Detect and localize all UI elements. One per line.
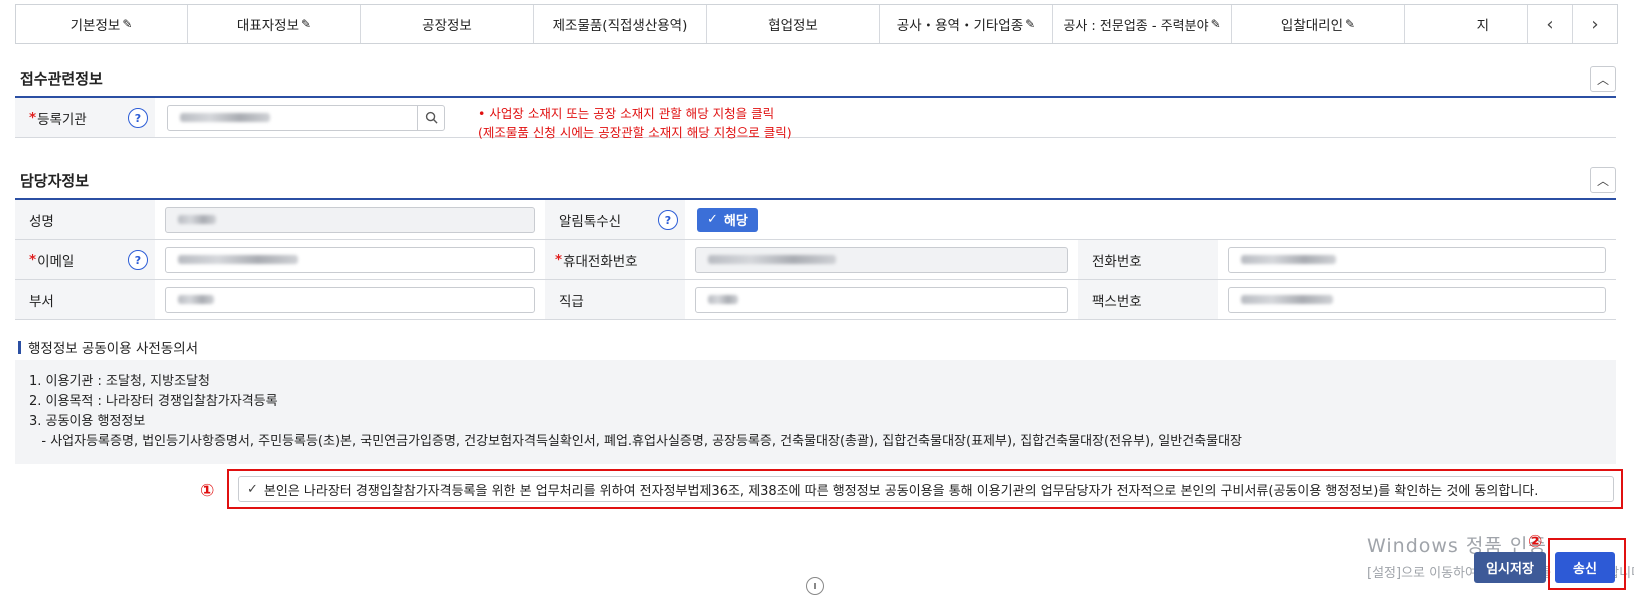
blurred-value xyxy=(178,295,214,304)
consent-text: 본인은 나라장터 경쟁입찰참가자격등록을 위한 본 업무처리를 위하여 전자정부… xyxy=(263,483,1539,499)
name-input[interactable] xyxy=(165,206,535,233)
blurred-value xyxy=(180,113,270,122)
chevron-right-icon: › xyxy=(1591,13,1599,35)
tab-collaboration-info[interactable]: 협업정보 xyxy=(707,5,880,43)
manager-section-title: 담당자정보 xyxy=(20,172,90,190)
tab-list: 기본정보 ✎ 대표자정보 ✎ 공장정보 제조물품(직접생산용역) 협업정보 공사・용… xyxy=(16,5,1527,43)
tab-bar: 기본정보 ✎ 대표자정보 ✎ 공장정보 제조물품(직접생산용역) 협업정보 공사・용… xyxy=(15,4,1618,44)
email-cell xyxy=(155,240,545,279)
fax-cell xyxy=(1218,280,1616,319)
tab-partial[interactable]: 지 xyxy=(1405,5,1491,43)
dept-label: 부서 xyxy=(15,280,155,319)
check-icon: ✓ xyxy=(707,212,718,227)
registration-org-search xyxy=(167,104,445,131)
manager-row-name: 성명 알림톡수신 ? ✓ 해당 xyxy=(15,200,1616,240)
annotation-marker-2: ② xyxy=(1528,532,1543,552)
alert-label: 알림톡수신 ? xyxy=(545,200,685,239)
tab-next-button[interactable]: › xyxy=(1572,5,1617,43)
position-cell xyxy=(685,280,1078,319)
fax-label: 팩스번호 xyxy=(1078,280,1218,319)
chevron-left-icon: ‹ xyxy=(1546,13,1554,35)
manager-collapse-button[interactable]: ︿ xyxy=(1590,167,1616,193)
phone-label: 전화번호 xyxy=(1078,240,1218,279)
position-input[interactable] xyxy=(695,286,1068,313)
scroll-indicator-icon xyxy=(806,577,824,595)
email-input[interactable] xyxy=(165,246,535,273)
admin-info-line: 1. 이용기관 : 조달청, 지방조달청 xyxy=(29,374,210,389)
check-icon: ✓ xyxy=(247,481,258,497)
required-mark: * xyxy=(29,251,37,268)
alert-cell: ✓ 해당 xyxy=(685,200,1616,239)
admin-info-box: 1. 이용기관 : 조달청, 지방조달청 2. 이용목적 : 나라장터 경쟁입찰… xyxy=(15,360,1616,464)
pencil-icon: ✎ xyxy=(1025,17,1036,31)
manager-row-email: * 이메일 ? * 휴대전화번호 전화번호 xyxy=(15,240,1616,280)
registration-org-cell xyxy=(155,98,455,137)
registration-org-input[interactable] xyxy=(168,106,417,130)
tab-representative-info[interactable]: 대표자정보 ✎ xyxy=(188,5,361,43)
blurred-value xyxy=(1241,295,1333,304)
admin-info-line: 3. 공동이용 행정정보 xyxy=(29,414,146,429)
admin-info-line: - 사업자등록증명, 법인등기사항증명서, 주민등록등(초)본, 국민연금가입증… xyxy=(29,434,1243,449)
consent-checkbox[interactable]: ✓ 본인은 나라장터 경쟁입찰참가자격등록을 위한 본 업무처리를 위하여 전자… xyxy=(238,476,1614,502)
tab-navigation: ‹ › xyxy=(1527,5,1617,43)
registration-org-label: * 등록기관 ? xyxy=(15,98,155,137)
blurred-value xyxy=(1241,255,1336,264)
registration-org-note: • 사업장 소재지 또는 공장 소재지 관할 해당 지청을 클릭 (제조물품 신… xyxy=(478,106,792,140)
manager-row-dept: 부서 직급 팩스번호 xyxy=(15,280,1616,320)
pencil-icon: ✎ xyxy=(301,17,312,31)
blurred-value xyxy=(708,295,738,304)
temp-save-button[interactable]: 임시저장 xyxy=(1474,552,1546,583)
email-label: * 이메일 ? xyxy=(15,240,155,279)
pencil-icon: ✎ xyxy=(122,17,133,31)
admin-info-line: 2. 이용목적 : 나라장터 경쟁입찰참가자격등록 xyxy=(29,394,278,409)
name-cell xyxy=(155,200,545,239)
annotation-marker-1: ① xyxy=(200,481,215,501)
blurred-value xyxy=(178,255,298,264)
phone-cell xyxy=(1218,240,1616,279)
mobile-label: * 휴대전화번호 xyxy=(545,240,685,279)
search-icon xyxy=(425,111,438,124)
dept-input[interactable] xyxy=(165,286,535,313)
blurred-value xyxy=(178,215,216,224)
tab-bid-agent[interactable]: 입찰대리인 ✎ xyxy=(1232,5,1405,43)
tab-manufactured-goods[interactable]: 제조물품(직접생산용역) xyxy=(534,5,707,43)
name-label: 성명 xyxy=(15,200,155,239)
title-bar xyxy=(18,340,21,354)
tab-basic-info[interactable]: 기본정보 ✎ xyxy=(16,5,188,43)
pencil-icon: ✎ xyxy=(1345,17,1356,31)
reception-collapse-button[interactable]: ︿ xyxy=(1590,66,1616,92)
tab-construction-service-other[interactable]: 공사・용역・기타업종 ✎ xyxy=(880,5,1053,43)
chevron-up-icon: ︿ xyxy=(1596,72,1609,87)
registration-org-search-button[interactable] xyxy=(417,105,444,130)
chevron-up-icon: ︿ xyxy=(1596,173,1609,188)
reception-section-title: 접수관련정보 xyxy=(20,70,103,88)
phone-input[interactable] xyxy=(1228,246,1606,273)
pencil-icon: ✎ xyxy=(1210,17,1221,31)
mobile-cell xyxy=(685,240,1078,279)
mobile-input[interactable] xyxy=(695,246,1068,273)
admin-info-title: 행정정보 공동이용 사전동의서 xyxy=(18,337,198,357)
required-mark: * xyxy=(555,251,563,268)
tab-prev-button[interactable]: ‹ xyxy=(1527,5,1572,43)
alert-checkbox[interactable]: ✓ 해당 xyxy=(697,207,758,232)
tab-factory-info[interactable]: 공장정보 xyxy=(361,5,534,43)
fax-input[interactable] xyxy=(1228,286,1606,313)
blurred-value xyxy=(708,255,836,264)
email-help-icon[interactable]: ? xyxy=(128,250,148,270)
registration-org-row: * 등록기관 ? xyxy=(15,98,1616,138)
dept-cell xyxy=(155,280,545,319)
alert-help-icon[interactable]: ? xyxy=(658,210,678,230)
position-label: 직급 xyxy=(545,280,685,319)
required-mark: * xyxy=(29,109,37,126)
send-button[interactable]: 송신 xyxy=(1555,552,1615,583)
registration-org-help-icon[interactable]: ? xyxy=(128,108,148,128)
tab-specialty-construction[interactable]: 공사 : 전문업종 - 주력분야 ✎ xyxy=(1053,5,1232,43)
